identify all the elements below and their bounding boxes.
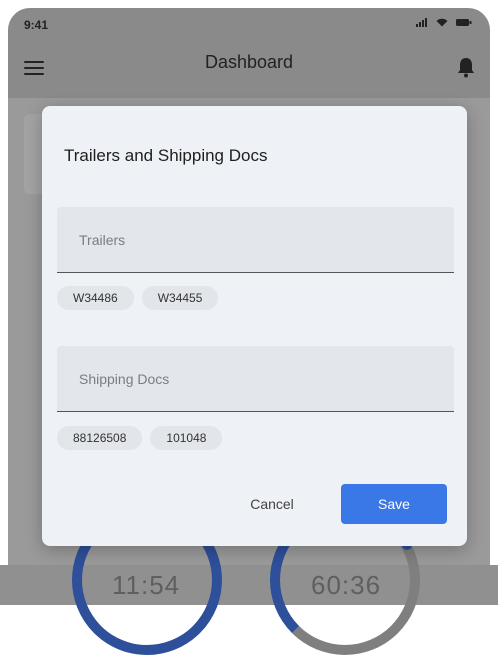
- timer-left-value: 11:54: [112, 570, 181, 600]
- trailers-label: Trailers: [79, 232, 126, 248]
- shipping-docs-input[interactable]: Shipping Docs: [57, 346, 454, 412]
- battery-icon: [456, 19, 472, 26]
- shipping-docs-chip-list: 88126508 101048: [57, 426, 223, 450]
- timer-right-value: 60:36: [311, 570, 382, 600]
- page-title: Dashboard: [204, 52, 294, 72]
- status-bar: 9:41: [8, 8, 490, 38]
- shipping-doc-chip[interactable]: 101048: [150, 426, 223, 450]
- cancel-button[interactable]: Cancel: [232, 486, 312, 522]
- trailer-chip[interactable]: W34455: [141, 286, 219, 310]
- trailers-chip-list: W34486 W34455: [57, 286, 219, 310]
- trailers-input[interactable]: Trailers: [57, 207, 454, 273]
- system-icons: [416, 18, 472, 27]
- trailers-dialog: Trailers and Shipping Docs Trailers W344…: [42, 106, 467, 546]
- trailer-chip[interactable]: W34486: [57, 286, 134, 310]
- shipping-doc-chip[interactable]: 88126508: [57, 426, 143, 450]
- dialog-title: Trailers and Shipping Docs: [64, 146, 268, 165]
- shipping-docs-label: Shipping Docs: [79, 371, 170, 387]
- status-time: 9:41: [24, 18, 49, 32]
- signal-icon: [416, 18, 427, 27]
- wifi-icon: [436, 18, 448, 27]
- bell-icon[interactable]: [458, 58, 474, 78]
- save-button[interactable]: Save: [341, 484, 447, 524]
- app-bar: Dashboard: [8, 38, 490, 98]
